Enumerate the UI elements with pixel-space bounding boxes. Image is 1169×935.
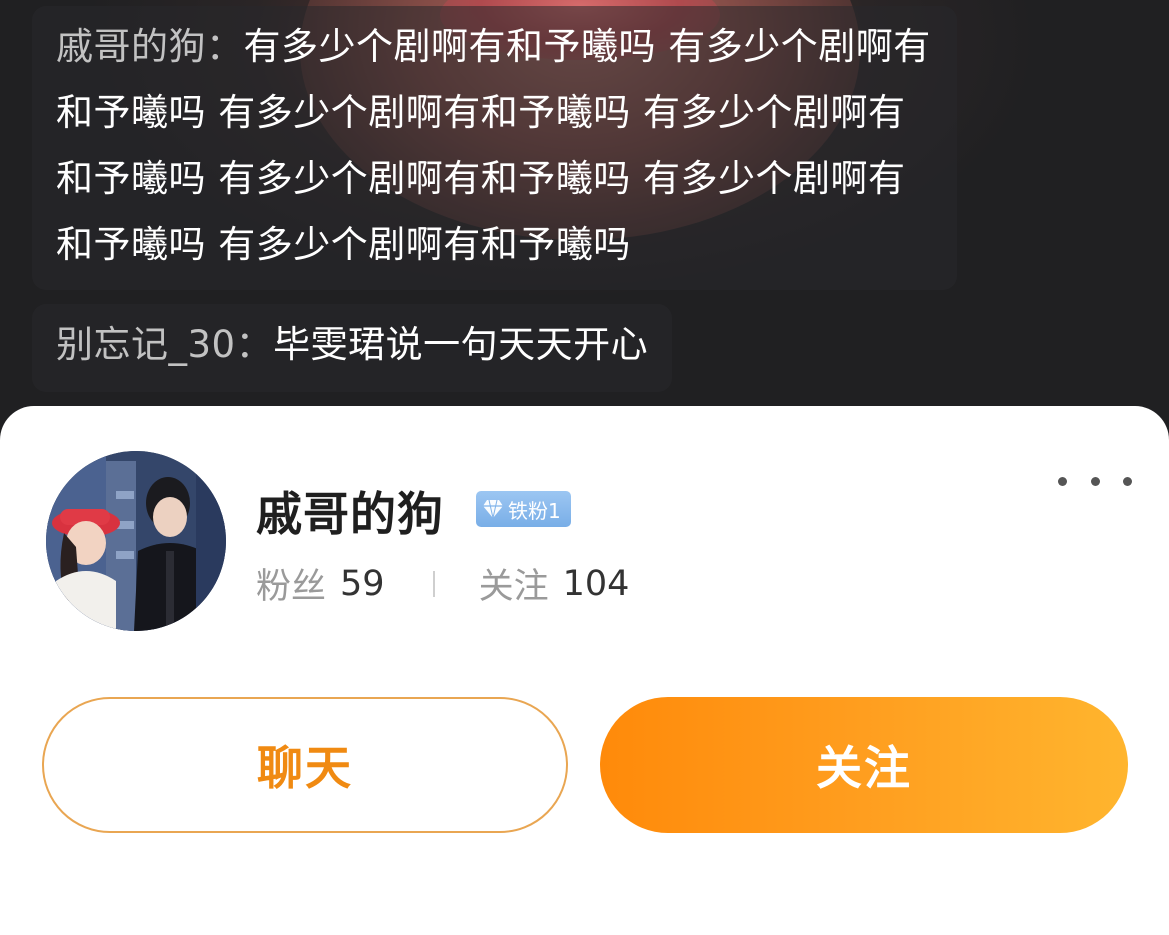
comment-author[interactable]: 戚哥的狗： xyxy=(56,25,244,68)
more-dots-icon xyxy=(1090,476,1100,486)
more-dots-icon xyxy=(1123,476,1132,486)
avatar-image xyxy=(46,451,226,631)
fan-level-badge: 铁粉1 xyxy=(476,491,571,527)
user-profile-sheet: 戚哥的狗 铁粉1 粉丝 59 关注 104 聊天 关注 xyxy=(0,406,1169,935)
comment-author[interactable]: 别忘记_30： xyxy=(56,323,273,366)
more-dots-icon xyxy=(1058,476,1067,486)
fans-count: 59 xyxy=(340,563,385,604)
follow-button[interactable]: 关注 xyxy=(600,697,1128,833)
fan-badge-label: 铁粉1 xyxy=(508,498,561,523)
chat-button[interactable]: 聊天 xyxy=(42,697,568,833)
fans-label: 粉丝 xyxy=(256,567,327,607)
user-name: 戚哥的狗 xyxy=(256,487,444,541)
diamond-icon xyxy=(483,499,503,519)
avatar[interactable] xyxy=(46,451,226,631)
following-count: 104 xyxy=(562,563,630,604)
stats-divider xyxy=(432,570,435,597)
comment-text: 毕雯珺说一句天天开心 xyxy=(273,323,649,366)
chat-comment[interactable]: 别忘记_30：毕雯珺说一句天天开心 xyxy=(32,304,673,392)
chat-comment[interactable]: 戚哥的狗：有多少个剧啊有和予曦吗 有多少个剧啊有和予曦吗 有多少个剧啊有和予曦吗… xyxy=(32,6,957,290)
following-label: 关注 xyxy=(478,567,549,607)
user-stats: 粉丝 59 关注 104 xyxy=(256,558,629,609)
more-options-button[interactable] xyxy=(1058,466,1132,496)
